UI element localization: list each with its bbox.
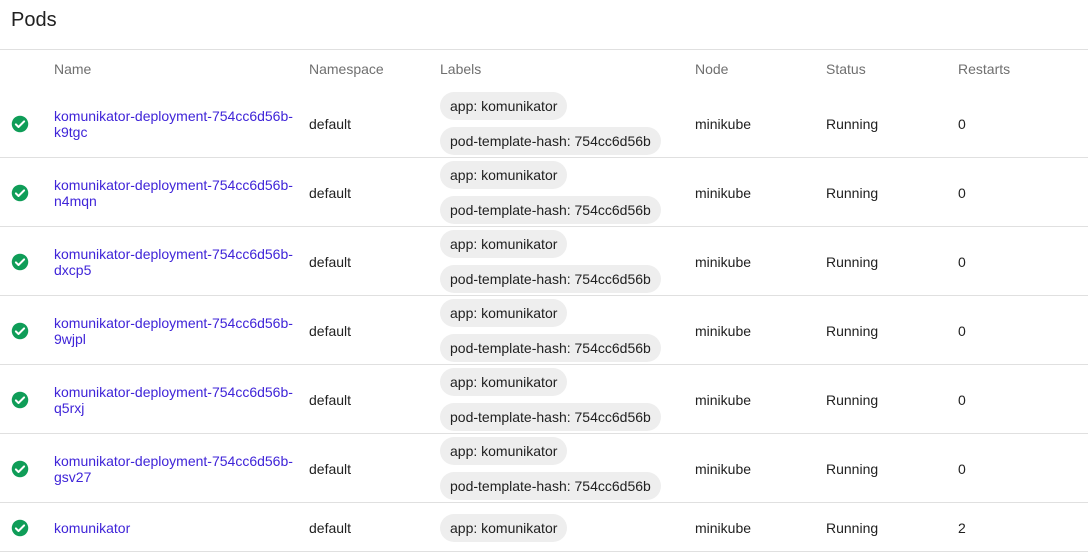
pod-name-link[interactable]: komunikator-deployment-754cc6d56b- 9wjpl xyxy=(54,315,304,347)
pod-name-link[interactable]: komunikator-deployment-754cc6d56b-dxcp5 xyxy=(54,246,304,278)
pod-restarts-cell: 0 xyxy=(958,115,966,132)
pod-status-cell: Running xyxy=(826,322,879,339)
label-chip: pod-template-hash: 754cc6d56b xyxy=(440,403,661,431)
pod-namespace-cell: default xyxy=(309,184,352,201)
table-row[interactable]: komunikator default minikube Running 2 app: k… xyxy=(0,503,1088,552)
column-header-name[interactable]: Name xyxy=(54,61,91,77)
page-title: Pods xyxy=(11,9,57,31)
pod-name-line: gsv27 xyxy=(54,468,92,485)
pod-name-line: k9tgc xyxy=(54,123,88,140)
pod-name-link[interactable]: komunikator-deployment-754cc6d56b-gsv27 xyxy=(54,453,304,485)
pod-namespace-cell: default xyxy=(309,391,352,408)
pod-namespace-cell: default xyxy=(309,519,352,536)
pod-restarts-cell: 0 xyxy=(958,322,966,339)
label-chip: pod-template-hash: 754cc6d56b xyxy=(440,334,661,362)
pod-status-cell: Running xyxy=(826,519,879,536)
label-chip: app: komunikator xyxy=(440,230,568,258)
check-circle-icon xyxy=(11,253,29,270)
pod-node-cell: minikube xyxy=(695,115,752,132)
pod-name-link[interactable]: komunikator xyxy=(54,520,304,536)
pod-name-line: komunikator-deployment-754cc6d56b- xyxy=(54,452,293,469)
pod-node-cell: minikube xyxy=(695,391,752,408)
pod-restarts-cell: 0 xyxy=(958,460,966,477)
pod-node-cell: minikube xyxy=(695,519,752,536)
pod-restarts-cell: 2 xyxy=(958,519,966,536)
label-chip: app: komunikator xyxy=(440,513,568,542)
check-circle-icon xyxy=(11,184,29,201)
table-row[interactable]: komunikator-deployment-754cc6d56b- 9wjpl d… xyxy=(0,296,1088,365)
pod-status-cell: Running xyxy=(826,391,879,408)
label-chip: pod-template-hash: 754cc6d56b xyxy=(440,127,661,155)
column-header-status[interactable]: Status xyxy=(826,61,866,77)
table-row[interactable]: komunikator-deployment-754cc6d56b-k9tgc d… xyxy=(0,89,1088,158)
column-header-namespace[interactable]: Namespace xyxy=(309,61,384,77)
pod-name-line: komunikator xyxy=(54,519,131,536)
pod-name-line: komunikator-deployment-754cc6d56b- xyxy=(54,314,293,331)
pod-status-cell: Running xyxy=(826,253,879,270)
column-header-labels: Labels xyxy=(440,61,482,77)
pod-namespace-cell: default xyxy=(309,115,352,132)
pod-node-cell: minikube xyxy=(695,322,752,339)
pod-name-line: komunikator-deployment-754cc6d56b- xyxy=(54,107,293,124)
pod-name-line: dxcp5 xyxy=(54,261,92,278)
pod-name-link[interactable]: komunikator-deployment-754cc6d56b-k9tgc xyxy=(54,108,304,140)
pod-namespace-cell: default xyxy=(309,460,352,477)
label-chip: app: komunikator xyxy=(440,437,568,465)
page-header: Pods xyxy=(0,0,1088,50)
check-circle-icon xyxy=(11,519,29,536)
check-circle-icon xyxy=(11,460,29,477)
check-circle-icon xyxy=(11,115,29,132)
check-circle-icon xyxy=(11,322,29,339)
pod-name-line: 9wjpl xyxy=(54,330,86,347)
table-row[interactable]: komunikator-deployment-754cc6d56b-gsv27 d… xyxy=(0,434,1088,503)
label-chip: pod-template-hash: 754cc6d56b xyxy=(440,196,661,224)
check-circle-icon xyxy=(11,391,29,408)
table-row[interactable]: komunikator-deployment-754cc6d56b-n4mqn d… xyxy=(0,158,1088,227)
label-chip: pod-template-hash: 754cc6d56b xyxy=(440,265,661,293)
label-chip: app: komunikator xyxy=(440,299,568,327)
column-header-node[interactable]: Node xyxy=(695,61,728,77)
pod-restarts-cell: 0 xyxy=(958,184,966,201)
pod-status-cell: Running xyxy=(826,460,879,477)
label-chip: pod-template-hash: 754cc6d56b xyxy=(440,472,661,500)
pod-node-cell: minikube xyxy=(695,184,752,201)
column-header-restarts[interactable]: Restarts xyxy=(958,61,1010,77)
pod-restarts-cell: 0 xyxy=(958,253,966,270)
table-row[interactable]: komunikator-deployment-754cc6d56b-q5rxj d… xyxy=(0,365,1088,434)
pod-name-line: q5rxj xyxy=(54,399,85,416)
pod-status-cell: Running xyxy=(826,184,879,201)
label-chip: app: komunikator xyxy=(440,368,568,396)
pod-name-line: komunikator-deployment-754cc6d56b- xyxy=(54,176,293,193)
pod-name-line: komunikator-deployment-754cc6d56b- xyxy=(54,383,293,400)
pod-node-cell: minikube xyxy=(695,460,752,477)
pod-namespace-cell: default xyxy=(309,322,352,339)
pod-name-link[interactable]: komunikator-deployment-754cc6d56b-q5rxj xyxy=(54,384,304,416)
pod-name-line: n4mqn xyxy=(54,192,97,209)
pod-status-cell: Running xyxy=(826,115,879,132)
label-chip: app: komunikator xyxy=(440,92,568,120)
label-chip: app: komunikator xyxy=(440,161,568,189)
pod-restarts-cell: 0 xyxy=(958,391,966,408)
pod-name-line: komunikator-deployment-754cc6d56b- xyxy=(54,245,293,262)
table-row[interactable]: komunikator-deployment-754cc6d56b-dxcp5 d… xyxy=(0,227,1088,296)
pod-namespace-cell: default xyxy=(309,253,352,270)
pod-node-cell: minikube xyxy=(695,253,752,270)
pod-name-link[interactable]: komunikator-deployment-754cc6d56b-n4mqn xyxy=(54,177,304,209)
